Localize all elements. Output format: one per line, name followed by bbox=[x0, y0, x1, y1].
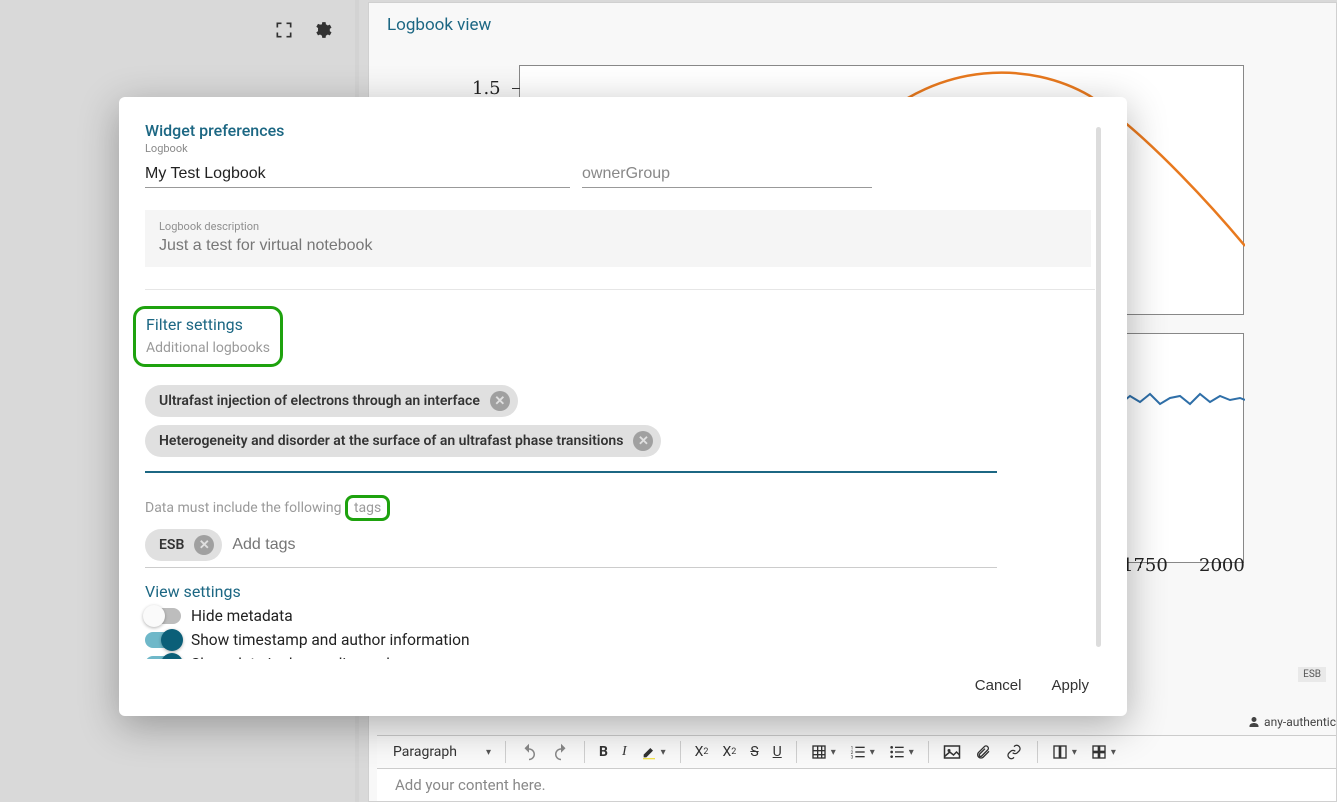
divider bbox=[145, 289, 1095, 290]
dialog-footer: Cancel Apply bbox=[119, 659, 1127, 716]
tags-input-row[interactable]: ESB ✕ bbox=[145, 529, 997, 568]
scrollbar-thumb[interactable] bbox=[1096, 127, 1101, 647]
highlight-filter-settings: Filter settings Additional logbooks bbox=[133, 306, 283, 367]
tags-label: Data must include the following tags bbox=[145, 495, 1101, 521]
toggle-label: Show timestamp and author information bbox=[191, 631, 470, 649]
view-settings-title: View settings bbox=[145, 582, 1101, 601]
description-label: Logbook description bbox=[159, 220, 1077, 233]
remove-chip-icon[interactable]: ✕ bbox=[633, 431, 653, 451]
widget-preferences-dialog: Widget preferences Logbook Logbook descr… bbox=[119, 97, 1127, 716]
owner-group-input[interactable] bbox=[582, 159, 872, 188]
filter-settings-title: Filter settings bbox=[146, 315, 270, 334]
logbook-label: Logbook bbox=[145, 142, 1101, 155]
logbook-chip[interactable]: Heterogeneity and disorder at the surfac… bbox=[145, 425, 661, 457]
dialog-title: Widget preferences bbox=[145, 121, 1101, 140]
cancel-button[interactable]: Cancel bbox=[975, 677, 1022, 694]
highlight-tags-word: tags bbox=[345, 495, 390, 521]
tag-chip[interactable]: ESB ✕ bbox=[145, 529, 222, 561]
remove-chip-icon[interactable]: ✕ bbox=[490, 391, 510, 411]
add-tags-input[interactable] bbox=[232, 536, 439, 554]
toggle-hide-metadata[interactable] bbox=[145, 608, 181, 624]
logbook-description-block: Logbook description bbox=[145, 210, 1091, 267]
toggle-show-timestamp[interactable] bbox=[145, 632, 181, 648]
toggle-show-descending[interactable] bbox=[145, 656, 181, 659]
additional-logbooks-label: Additional logbooks bbox=[146, 340, 270, 356]
logbook-name-input[interactable] bbox=[145, 159, 570, 188]
logbook-chip[interactable]: Ultrafast injection of electrons through… bbox=[145, 385, 518, 417]
description-input[interactable] bbox=[159, 237, 1077, 255]
toggle-label: Hide metadata bbox=[191, 607, 293, 625]
toggle-label: Show data in descending order bbox=[191, 655, 403, 659]
remove-chip-icon[interactable]: ✕ bbox=[194, 535, 214, 555]
additional-logbooks-chips[interactable]: Ultrafast injection of electrons through… bbox=[145, 381, 997, 473]
apply-button[interactable]: Apply bbox=[1051, 677, 1089, 694]
